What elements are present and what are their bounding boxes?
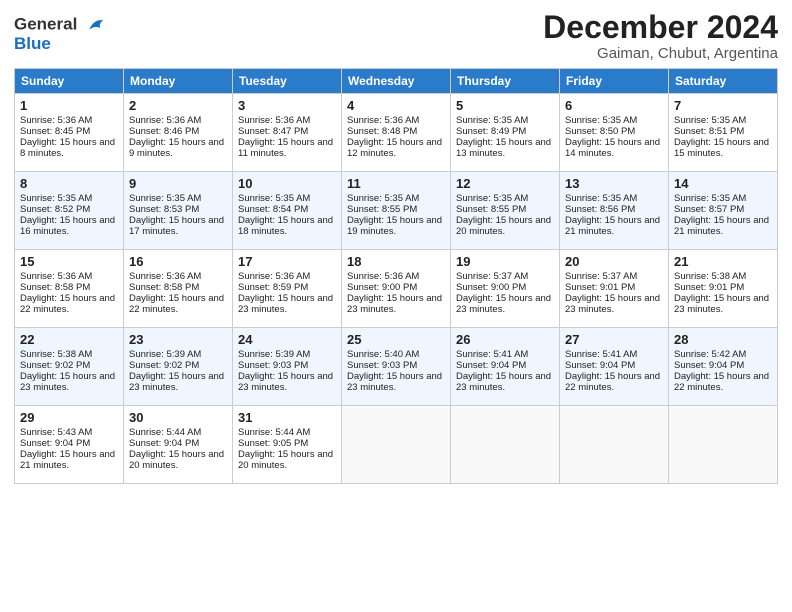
month-title: December 2024 [543,10,778,45]
location-title: Gaiman, Chubut, Argentina [543,45,778,62]
calendar-cell-13: 13Sunrise: 5:35 AMSunset: 8:56 PMDayligh… [560,172,669,250]
calendar-cell-11: 11Sunrise: 5:35 AMSunset: 8:55 PMDayligh… [342,172,451,250]
calendar-cell-empty [669,406,778,484]
col-sunday: Sunday [15,69,124,94]
col-wednesday: Wednesday [342,69,451,94]
calendar-cell-9: 9Sunrise: 5:35 AMSunset: 8:53 PMDaylight… [124,172,233,250]
calendar-cell-21: 21Sunrise: 5:38 AMSunset: 9:01 PMDayligh… [669,250,778,328]
calendar-cell-empty [451,406,560,484]
calendar-cell-empty [560,406,669,484]
calendar-cell-4: 4Sunrise: 5:36 AMSunset: 8:48 PMDaylight… [342,94,451,172]
calendar-cell-2: 2Sunrise: 5:36 AMSunset: 8:46 PMDaylight… [124,94,233,172]
logo-blue: Blue [14,34,108,54]
calendar-cell-24: 24Sunrise: 5:39 AMSunset: 9:03 PMDayligh… [233,328,342,406]
calendar-cell-15: 15Sunrise: 5:36 AMSunset: 8:58 PMDayligh… [15,250,124,328]
calendar-cell-23: 23Sunrise: 5:39 AMSunset: 9:02 PMDayligh… [124,328,233,406]
calendar-cell-31: 31Sunrise: 5:44 AMSunset: 9:05 PMDayligh… [233,406,342,484]
calendar-week-3: 22Sunrise: 5:38 AMSunset: 9:02 PMDayligh… [15,328,778,406]
calendar-week-4: 29Sunrise: 5:43 AMSunset: 9:04 PMDayligh… [15,406,778,484]
calendar-cell-10: 10Sunrise: 5:35 AMSunset: 8:54 PMDayligh… [233,172,342,250]
calendar-cell-7: 7Sunrise: 5:35 AMSunset: 8:51 PMDaylight… [669,94,778,172]
calendar-cell-1: 1Sunrise: 5:36 AMSunset: 8:45 PMDaylight… [15,94,124,172]
calendar-cell-19: 19Sunrise: 5:37 AMSunset: 9:00 PMDayligh… [451,250,560,328]
title-block: December 2024 Gaiman, Chubut, Argentina [543,10,778,62]
calendar-table: Sunday Monday Tuesday Wednesday Thursday… [14,68,778,484]
col-friday: Friday [560,69,669,94]
calendar-cell-12: 12Sunrise: 5:35 AMSunset: 8:55 PMDayligh… [451,172,560,250]
page-container: General Blue December 2024 Gaiman, Chubu… [0,0,792,494]
logo-general: General [14,14,77,33]
calendar-week-1: 8Sunrise: 5:35 AMSunset: 8:52 PMDaylight… [15,172,778,250]
col-monday: Monday [124,69,233,94]
calendar-cell-6: 6Sunrise: 5:35 AMSunset: 8:50 PMDaylight… [560,94,669,172]
calendar-cell-28: 28Sunrise: 5:42 AMSunset: 9:04 PMDayligh… [669,328,778,406]
calendar-cell-empty [342,406,451,484]
col-saturday: Saturday [669,69,778,94]
calendar-cell-16: 16Sunrise: 5:36 AMSunset: 8:58 PMDayligh… [124,250,233,328]
calendar-week-0: 1Sunrise: 5:36 AMSunset: 8:45 PMDaylight… [15,94,778,172]
calendar-cell-3: 3Sunrise: 5:36 AMSunset: 8:47 PMDaylight… [233,94,342,172]
col-tuesday: Tuesday [233,69,342,94]
logo-bird-icon [86,14,108,36]
col-thursday: Thursday [451,69,560,94]
header-row: Sunday Monday Tuesday Wednesday Thursday… [15,69,778,94]
calendar-cell-26: 26Sunrise: 5:41 AMSunset: 9:04 PMDayligh… [451,328,560,406]
calendar-cell-20: 20Sunrise: 5:37 AMSunset: 9:01 PMDayligh… [560,250,669,328]
calendar-cell-18: 18Sunrise: 5:36 AMSunset: 9:00 PMDayligh… [342,250,451,328]
calendar-cell-22: 22Sunrise: 5:38 AMSunset: 9:02 PMDayligh… [15,328,124,406]
calendar-cell-30: 30Sunrise: 5:44 AMSunset: 9:04 PMDayligh… [124,406,233,484]
calendar-week-2: 15Sunrise: 5:36 AMSunset: 8:58 PMDayligh… [15,250,778,328]
calendar-cell-5: 5Sunrise: 5:35 AMSunset: 8:49 PMDaylight… [451,94,560,172]
calendar-cell-14: 14Sunrise: 5:35 AMSunset: 8:57 PMDayligh… [669,172,778,250]
calendar-cell-27: 27Sunrise: 5:41 AMSunset: 9:04 PMDayligh… [560,328,669,406]
logo: General Blue [14,14,108,54]
calendar-cell-17: 17Sunrise: 5:36 AMSunset: 8:59 PMDayligh… [233,250,342,328]
calendar-cell-25: 25Sunrise: 5:40 AMSunset: 9:03 PMDayligh… [342,328,451,406]
header: General Blue December 2024 Gaiman, Chubu… [14,10,778,62]
calendar-cell-8: 8Sunrise: 5:35 AMSunset: 8:52 PMDaylight… [15,172,124,250]
calendar-cell-29: 29Sunrise: 5:43 AMSunset: 9:04 PMDayligh… [15,406,124,484]
